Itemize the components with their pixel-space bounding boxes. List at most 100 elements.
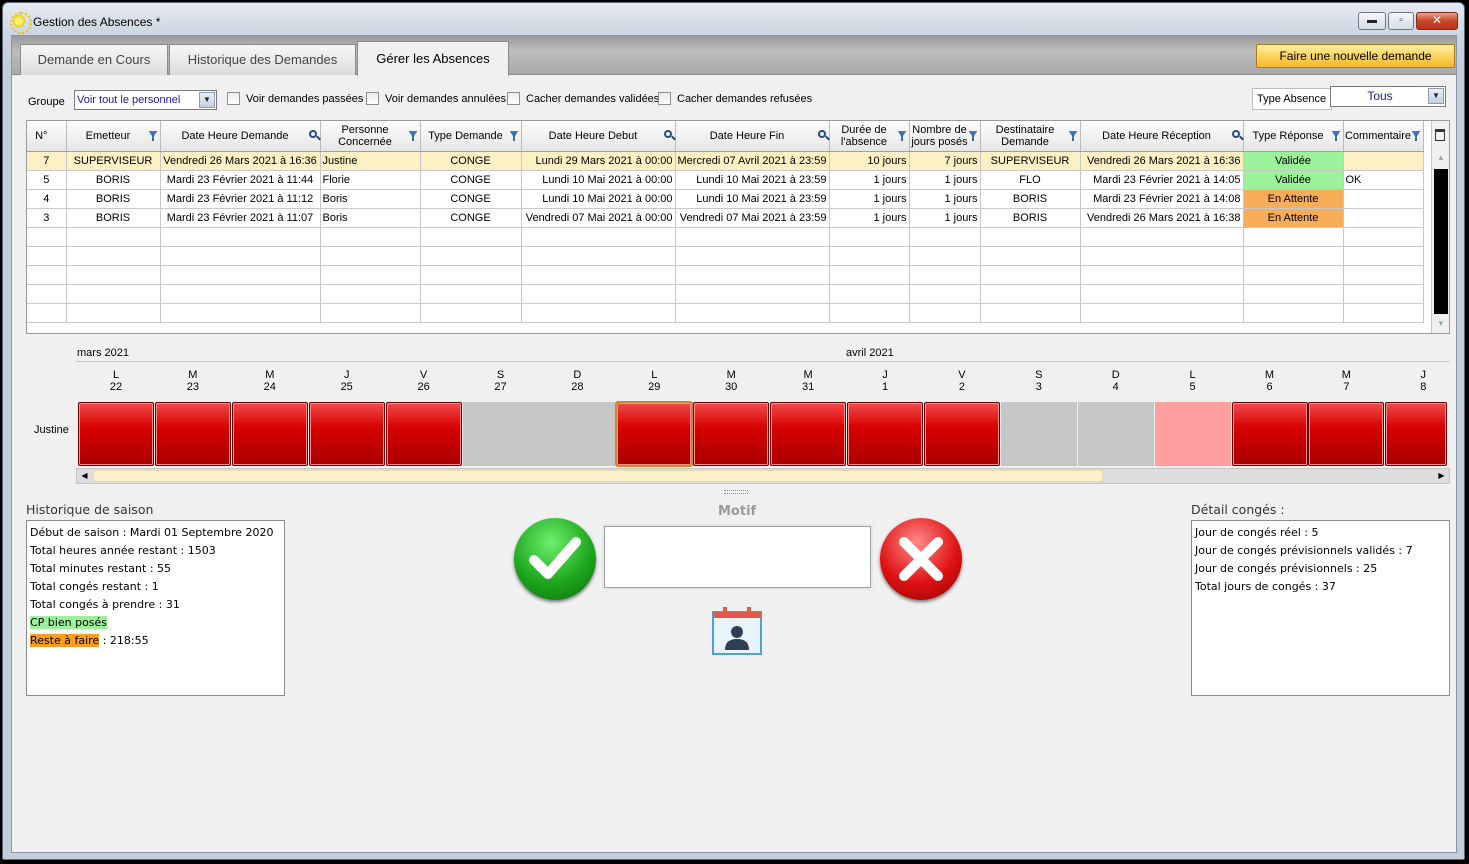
scroll-right-icon[interactable]: ▶ (1434, 469, 1449, 483)
search-icon[interactable] (817, 130, 826, 138)
trash-icon[interactable] (1435, 129, 1445, 141)
filter-icon[interactable] (1331, 131, 1341, 141)
checkbox-cacher-validees[interactable]: Cacher demandes validées (507, 92, 659, 108)
scroll-up-icon[interactable]: ▲ (1434, 151, 1448, 165)
column-header[interactable]: Type Demande (420, 121, 522, 152)
column-header[interactable]: Type Réponse (1243, 121, 1344, 152)
minimize-button[interactable]: ▬ (1358, 12, 1386, 30)
column-header[interactable]: Date Heure Réception (1080, 121, 1244, 152)
table-row[interactable]: 7 SUPERVISEUR Vendredi 26 Mars 2021 à 16:3… (27, 151, 1424, 171)
planning-day-cell[interactable] (385, 402, 462, 466)
search-icon[interactable] (308, 130, 317, 138)
cp-line: CP bien posés (30, 614, 281, 632)
table-row[interactable]: 3 BORIS Mardi 23 Février 2021 à 11:07 Boris… (27, 208, 1424, 228)
planning-day-cell[interactable] (615, 401, 694, 467)
scroll-left-icon[interactable]: ◀ (77, 469, 92, 483)
filter-icon[interactable] (408, 131, 418, 141)
groupe-select[interactable]: Voir tout le personnel ▼ (74, 90, 217, 110)
table-cell: Mardi 23 Février 2021 à 11:44 (160, 170, 321, 190)
table-cell: BORIS (980, 189, 1081, 209)
vertical-scrollbar[interactable]: ▲ ▼ (1431, 121, 1449, 333)
filter-icon[interactable] (148, 131, 158, 141)
tab-gerer-absences[interactable]: Gérer les Absences (357, 41, 509, 76)
column-header[interactable]: Destinataire Demande (980, 121, 1081, 152)
tab-historique-demandes[interactable]: Historique des Demandes (169, 44, 356, 75)
close-button[interactable]: ✕ (1416, 12, 1458, 30)
planning-day-cell[interactable] (1154, 402, 1231, 466)
checkbox-box[interactable] (658, 92, 671, 105)
table-row[interactable]: 4 BORIS Mardi 23 Février 2021 à 11:12 Boris… (27, 189, 1424, 209)
search-icon[interactable] (1231, 130, 1240, 138)
motif-input[interactable] (604, 526, 871, 588)
column-header[interactable]: Personne Concernée (320, 121, 421, 152)
table-cell (1243, 227, 1344, 247)
planning-day-cell[interactable] (308, 402, 385, 466)
table-row[interactable] (27, 246, 1424, 266)
checkbox-voir-annulees[interactable]: Voir demandes annulées (366, 92, 506, 108)
splitter-handle[interactable] (724, 490, 748, 494)
day-header: M6 (1232, 369, 1308, 393)
chevron-down-icon[interactable]: ▼ (1428, 88, 1444, 104)
planning-day-cell[interactable] (693, 402, 770, 466)
filter-icon[interactable] (509, 131, 519, 141)
checkbox-box[interactable] (366, 92, 379, 105)
column-header[interactable]: N° (27, 121, 67, 152)
maximize-button[interactable]: ▫ (1388, 12, 1414, 30)
table-cell: Justine (320, 151, 421, 171)
column-header[interactable]: Durée de l'absence (829, 121, 910, 152)
scrollbar-thumb[interactable] (1434, 169, 1448, 314)
planning-day-cell[interactable] (462, 402, 539, 466)
scroll-down-icon[interactable]: ▼ (1434, 317, 1448, 331)
planning-day-cell[interactable] (539, 402, 616, 466)
checkbox-box[interactable] (227, 92, 240, 105)
column-header[interactable]: Date Heure Fin (675, 121, 830, 152)
tab-demande-en-cours[interactable]: Demande en Cours (20, 44, 168, 75)
table-cell: Lundi 10 Mai 2021 à 23:59 (675, 170, 830, 190)
column-header[interactable]: Date Heure Demande (160, 121, 321, 152)
planning-day-cell[interactable] (1231, 402, 1308, 466)
table-row[interactable] (27, 227, 1424, 247)
planning-day-cell[interactable] (1308, 402, 1385, 466)
table-row[interactable] (27, 265, 1424, 285)
filter-icon[interactable] (968, 131, 978, 141)
scrollbar-thumb[interactable] (93, 470, 1103, 482)
new-request-button[interactable]: Faire une nouvelle demande (1256, 44, 1455, 68)
planning-day-cell[interactable] (770, 402, 847, 466)
chevron-down-icon[interactable]: ▼ (199, 92, 215, 108)
planning-day-cell[interactable] (923, 402, 1000, 466)
column-header[interactable]: Emetteur (66, 121, 161, 152)
checkbox-box[interactable] (507, 92, 520, 105)
filter-icon[interactable] (897, 131, 907, 141)
horizontal-scrollbar[interactable]: ◀ ▶ (76, 468, 1450, 484)
checkbox-voir-passees[interactable]: Voir demandes passées (227, 92, 363, 108)
day-letter: V (958, 369, 966, 381)
type-absence-select[interactable]: Tous ▼ (1330, 86, 1446, 107)
planning-day-cell[interactable] (1385, 402, 1448, 466)
planning-day-cell[interactable] (1000, 402, 1077, 466)
validate-button[interactable] (514, 518, 596, 600)
search-icon[interactable] (663, 130, 672, 138)
column-header[interactable]: Date Heure Debut (521, 121, 676, 152)
table-row[interactable] (27, 284, 1424, 304)
contact-calendar-button[interactable] (711, 606, 763, 656)
planning-day-cell[interactable] (154, 402, 231, 466)
column-header[interactable]: Nombre de jours posés (909, 121, 981, 152)
planning-day-cell[interactable] (78, 402, 154, 466)
checkbox-cacher-refusees[interactable]: Cacher demandes refusées (658, 92, 812, 108)
day-number: 1 (881, 381, 889, 393)
filter-icon[interactable] (1411, 131, 1421, 141)
table-cell: Boris (320, 208, 421, 228)
planning-day-cell[interactable] (847, 402, 923, 466)
table-row[interactable]: 5 BORIS Mardi 23 Février 2021 à 11:44 Flori… (27, 170, 1424, 190)
day-letter: M (265, 369, 275, 381)
planning-day-cell[interactable] (1077, 402, 1154, 466)
checkbox-label: Voir demandes annulées (385, 93, 507, 105)
filter-icon[interactable] (1068, 131, 1078, 141)
refuse-button[interactable] (880, 518, 962, 600)
table-cell (27, 246, 67, 266)
table-row[interactable] (27, 303, 1424, 323)
planning-day-cell[interactable] (231, 402, 308, 466)
table-cell: BORIS (66, 170, 161, 190)
day-number: 31 (801, 381, 815, 393)
column-header[interactable]: Commentaire (1343, 121, 1424, 152)
